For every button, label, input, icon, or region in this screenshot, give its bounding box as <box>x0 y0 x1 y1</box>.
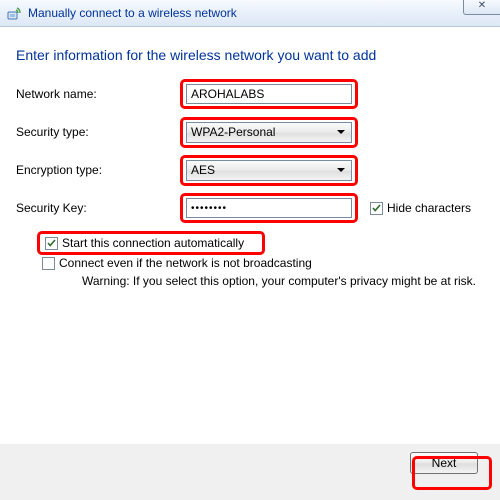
close-icon: ✕ <box>478 0 486 11</box>
security-key-input[interactable]: •••••••• <box>186 198 352 218</box>
security-key-value: •••••••• <box>191 203 227 214</box>
next-button-label: Next <box>432 456 457 470</box>
wireless-wizard-icon <box>6 5 22 21</box>
label-security-type: Security type: <box>16 125 186 139</box>
network-name-input[interactable] <box>186 84 352 104</box>
row-network-name: Network name: <box>16 81 484 107</box>
hide-characters-option[interactable]: Hide characters <box>370 201 471 215</box>
window-title: Manually connect to a wireless network <box>28 6 237 20</box>
security-type-value: WPA2-Personal <box>191 125 275 139</box>
autostart-checkbox[interactable] <box>45 237 58 250</box>
row-security-type: Security type: WPA2-Personal <box>16 119 484 145</box>
connect-hidden-checkbox[interactable] <box>42 257 55 270</box>
titlebar: Manually connect to a wireless network ✕ <box>0 0 500 27</box>
row-encryption-type: Encryption type: AES <box>16 157 484 183</box>
page-heading: Enter information for the wireless netwo… <box>16 47 484 63</box>
next-button[interactable]: Next <box>410 452 478 474</box>
hide-characters-label: Hide characters <box>387 201 471 215</box>
encryption-type-select[interactable]: AES <box>186 160 352 181</box>
label-security-key: Security Key: <box>16 201 186 215</box>
encryption-type-value: AES <box>191 163 215 177</box>
security-type-select[interactable]: WPA2-Personal <box>186 122 352 143</box>
privacy-warning: Warning: If you select this option, your… <box>82 274 484 288</box>
window-close-button[interactable]: ✕ <box>463 0 500 15</box>
autostart-label: Start this connection automatically <box>62 236 244 250</box>
chevron-down-icon <box>337 130 345 134</box>
connect-hidden-label: Connect even if the network is not broad… <box>59 256 312 270</box>
hide-characters-checkbox[interactable] <box>370 202 383 215</box>
wizard-footer: Next <box>0 443 500 500</box>
label-encryption-type: Encryption type: <box>16 163 186 177</box>
chevron-down-icon <box>337 168 345 172</box>
row-security-key: Security Key: •••••••• Hide characters <box>16 195 484 221</box>
label-network-name: Network name: <box>16 87 186 101</box>
